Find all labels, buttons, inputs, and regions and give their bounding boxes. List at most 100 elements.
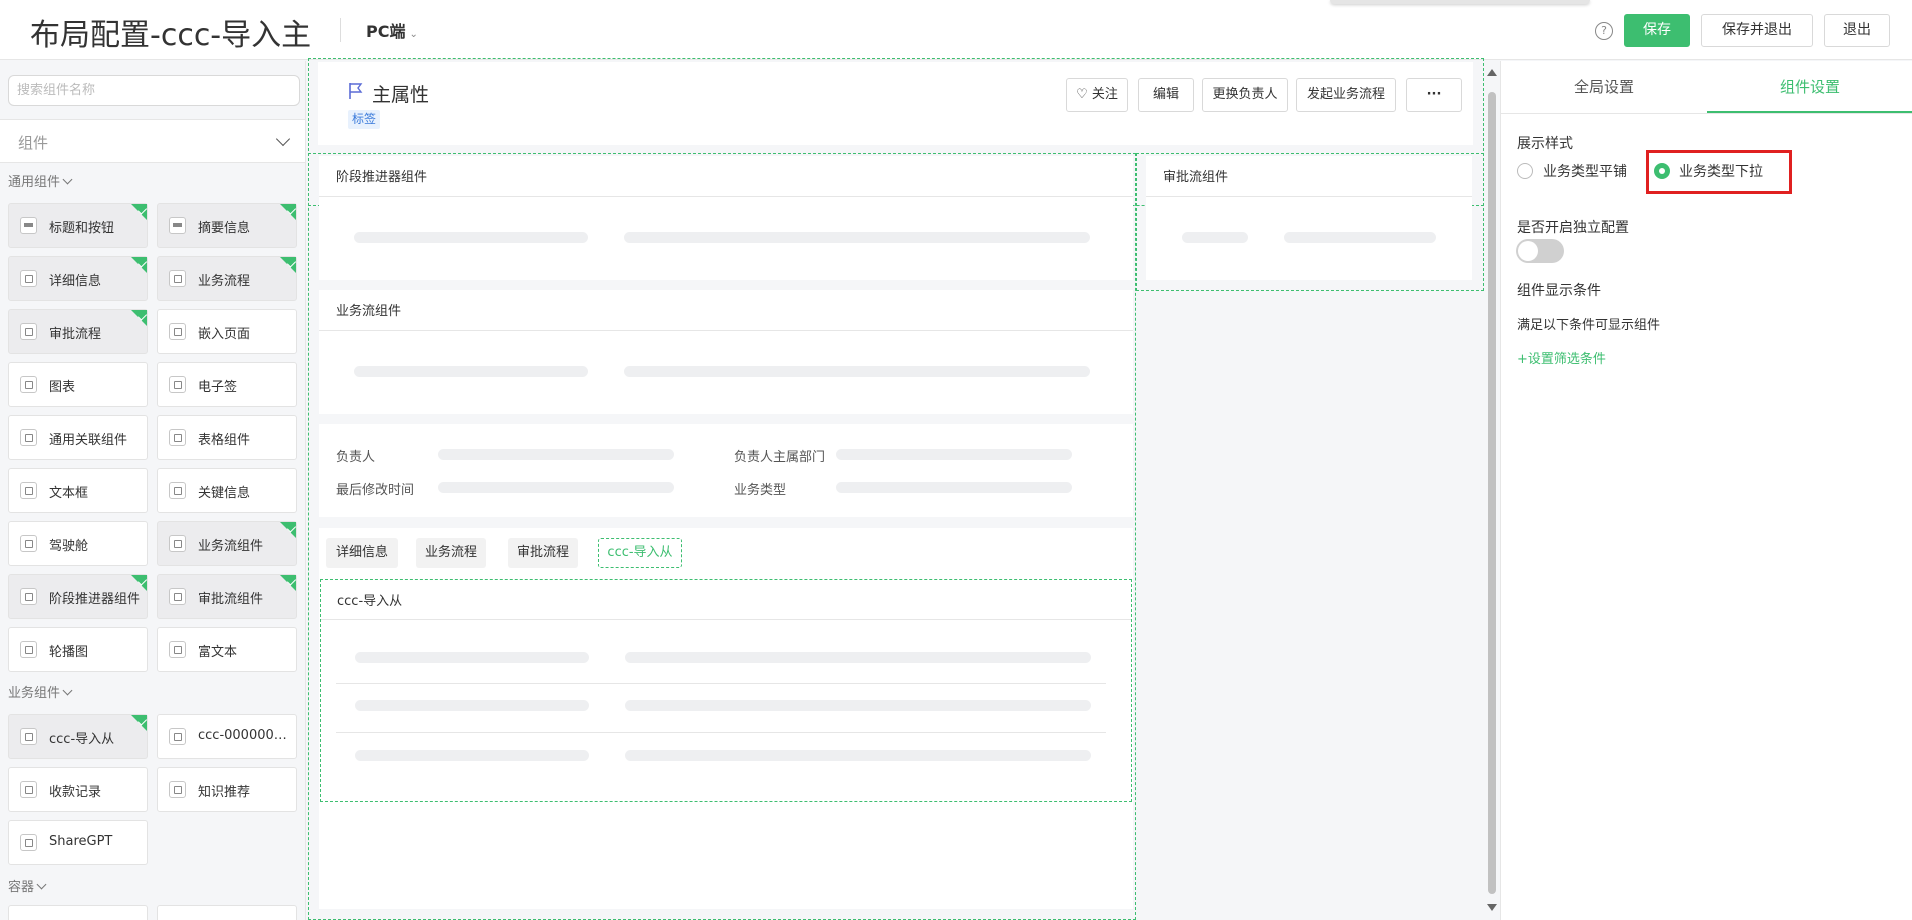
component-item[interactable]: 收款记录	[8, 767, 148, 812]
component-item-label: 驾驶舱	[49, 539, 89, 554]
component-item[interactable]: 标题和按钮	[8, 203, 148, 248]
component-icon	[20, 834, 37, 851]
component-icon	[20, 728, 37, 745]
skeleton-bar	[625, 750, 1091, 761]
set-filter-link[interactable]: +设置筛选条件	[1517, 348, 1606, 367]
component-item[interactable]: 驾驶舱	[8, 521, 148, 566]
component-icon	[169, 217, 186, 234]
component-item[interactable]: 图表	[8, 362, 148, 407]
group-business-toggle[interactable]: 业务组件	[8, 682, 73, 701]
component-item[interactable]: 关键信息	[157, 468, 297, 513]
skeleton-bar	[836, 449, 1072, 460]
bizflow-component-title: 业务流组件	[336, 304, 402, 319]
scroll-down-arrow[interactable]	[1487, 904, 1497, 911]
component-item-label: 嵌入页面	[198, 327, 251, 342]
container-item-partial[interactable]	[157, 905, 297, 920]
follow-button[interactable]: ♡ 关注	[1066, 78, 1128, 112]
edit-button[interactable]: 编辑	[1138, 78, 1194, 112]
group-container-toggle[interactable]: 容器	[8, 876, 47, 895]
field-owner-dept-label: 负责人主属部门	[734, 450, 826, 465]
stage-component-card[interactable]: 阶段推进器组件	[319, 156, 1133, 280]
component-item[interactable]: 业务流组件	[157, 521, 297, 566]
component-icon	[20, 482, 37, 499]
radio-tile[interactable]	[1517, 163, 1533, 179]
component-item[interactable]: 知识推荐	[157, 767, 297, 812]
tab-detail[interactable]: 详细信息	[326, 538, 398, 568]
skeleton-bar	[836, 482, 1072, 493]
display-conditions-label: 组件显示条件	[1517, 283, 1601, 299]
component-icon	[169, 482, 186, 499]
component-item-label: 阶段推进器组件	[49, 592, 141, 607]
approval-component-title: 审批流组件	[1163, 170, 1229, 185]
component-item[interactable]: 文本框	[8, 468, 148, 513]
component-item[interactable]: 电子签	[157, 362, 297, 407]
tab-global-settings[interactable]: 全局设置	[1501, 61, 1707, 113]
skeleton-bar	[354, 232, 588, 243]
exit-button[interactable]: 退出	[1824, 14, 1890, 47]
scroll-thumb[interactable]	[1488, 92, 1496, 894]
skeleton-bar	[355, 750, 589, 761]
tab-ccc-import[interactable]: ccc-导入从	[598, 538, 682, 568]
component-item[interactable]: 轮播图	[8, 627, 148, 672]
component-item[interactable]: 嵌入页面	[157, 309, 297, 354]
platform-label: PC端	[366, 22, 406, 41]
component-item-label: 业务流组件	[198, 539, 264, 554]
conditions-hint: 满足以下条件可显示组件	[1517, 318, 1661, 333]
group-general-toggle[interactable]: 通用组件	[8, 171, 73, 190]
component-icon	[20, 641, 37, 658]
component-item[interactable]: 表格组件	[157, 415, 297, 460]
component-icon	[169, 641, 186, 658]
component-item[interactable]: 富文本	[157, 627, 297, 672]
title-buttons-card[interactable]: 主属性 标签 ♡ 关注 编辑 更换负责人 发起业务流程 ···	[318, 62, 1473, 145]
radio-tile-label[interactable]: 业务类型平铺	[1543, 161, 1627, 181]
change-owner-button[interactable]: 更换负责人	[1202, 78, 1288, 112]
tabs-card[interactable]: 详细信息 业务流程 审批流程 ccc-导入从 ccc-导入从	[319, 528, 1133, 909]
divider	[319, 330, 1133, 331]
chevron-down-icon	[275, 131, 291, 147]
help-icon[interactable]: ?	[1595, 22, 1613, 40]
related-list-title: ccc-导入从	[337, 594, 403, 609]
used-check-icon	[280, 522, 296, 538]
tab-bizflow[interactable]: 业务流程	[416, 538, 486, 568]
component-item[interactable]: 通用关联组件	[8, 415, 148, 460]
save-exit-button[interactable]: 保存并退出	[1701, 14, 1813, 47]
used-check-icon	[280, 575, 296, 591]
component-item-label: 收款记录	[49, 785, 102, 800]
more-button[interactable]: ···	[1406, 78, 1462, 112]
save-button[interactable]: 保存	[1624, 14, 1690, 47]
skeleton-bar	[625, 652, 1091, 663]
component-item[interactable]: 摘要信息	[157, 203, 297, 248]
container-item-partial[interactable]	[8, 905, 148, 920]
tab-approval[interactable]: 审批流程	[508, 538, 578, 568]
chevron-down-icon	[36, 879, 47, 890]
flag-icon	[349, 83, 363, 99]
component-item[interactable]: ccc-000000001	[157, 714, 297, 759]
approval-component-card[interactable]: 审批流组件	[1146, 156, 1472, 280]
component-item[interactable]: ShareGPT	[8, 820, 148, 865]
tab-component-settings[interactable]: 组件设置	[1707, 61, 1912, 113]
component-item[interactable]: 审批流组件	[157, 574, 297, 619]
bizflow-component-card[interactable]: 业务流组件	[319, 290, 1133, 414]
component-item[interactable]: 详细信息	[8, 256, 148, 301]
component-icon	[169, 728, 186, 745]
start-flow-button[interactable]: 发起业务流程	[1296, 78, 1396, 112]
field-owner-label: 负责人	[336, 450, 376, 465]
scroll-up-arrow[interactable]	[1487, 69, 1497, 76]
component-item[interactable]: ccc-导入从	[8, 714, 148, 759]
independent-config-toggle[interactable]	[1516, 239, 1564, 263]
component-item-label: 审批流组件	[198, 592, 264, 607]
platform-dropdown[interactable]: PC端 ⌄	[366, 18, 418, 42]
component-item[interactable]: 审批流程	[8, 309, 148, 354]
search-input[interactable]: 搜索组件名称	[8, 75, 300, 106]
summary-info-card[interactable]: 负责人 负责人主属部门 最后修改时间 业务类型	[319, 424, 1133, 517]
used-check-icon	[131, 204, 147, 220]
divider	[1146, 196, 1472, 197]
divider	[319, 196, 1133, 197]
skeleton-bar	[438, 482, 674, 493]
component-item-label: ccc-000000001	[198, 728, 290, 743]
highlight-annotation	[1646, 150, 1792, 194]
component-icon	[20, 323, 37, 340]
component-item[interactable]: 业务流程	[157, 256, 297, 301]
component-item[interactable]: 阶段推进器组件	[8, 574, 148, 619]
component-type-select[interactable]: 组件	[0, 119, 305, 163]
